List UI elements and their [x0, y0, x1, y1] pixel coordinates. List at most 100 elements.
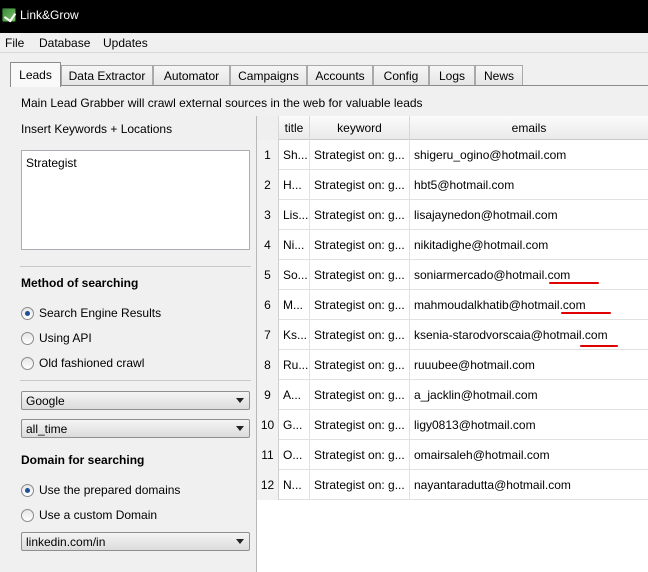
row-number[interactable]: 11	[257, 440, 279, 470]
table-row[interactable]: 9 A... Strategist on: g... a_jacklin@hotmai…	[257, 380, 648, 410]
cell-keyword[interactable]: Strategist on: g...	[310, 440, 410, 470]
cell-keyword[interactable]: Strategist on: g...	[310, 410, 410, 440]
table-row[interactable]: 4 Ni... Strategist on: g... nikitadighe@hot…	[257, 230, 648, 260]
corner-header[interactable]	[257, 116, 279, 140]
tab-leads[interactable]: Leads	[10, 62, 61, 87]
cell-title[interactable]: Lis...	[279, 200, 310, 230]
select-value: Google	[26, 394, 65, 408]
table-row[interactable]: 5 So... Strategist on: g... soniarmercado@h…	[257, 260, 648, 290]
app-logo-icon	[2, 8, 16, 22]
keywords-input[interactable]: Strategist	[21, 150, 250, 250]
row-number[interactable]: 1	[257, 140, 279, 170]
cell-email[interactable]: a_jacklin@hotmail.com	[410, 380, 648, 410]
tab-config[interactable]: Config	[373, 65, 429, 86]
radio-checked-icon[interactable]	[21, 484, 34, 497]
cell-keyword[interactable]: Strategist on: g...	[310, 170, 410, 200]
cell-keyword[interactable]: Strategist on: g...	[310, 290, 410, 320]
cell-email[interactable]: nayantaradutta@hotmail.com	[410, 470, 648, 500]
cell-keyword[interactable]: Strategist on: g...	[310, 230, 410, 260]
select-value: linkedin.com/in	[26, 535, 106, 549]
cell-title[interactable]: M...	[279, 290, 310, 320]
cell-email[interactable]: mahmoudalkhatib@hotmail.com	[410, 290, 648, 320]
chevron-down-icon	[236, 426, 244, 431]
cell-title[interactable]: Sh...	[279, 140, 310, 170]
table-row[interactable]: 6 M... Strategist on: g... mahmoudalkhatib@…	[257, 290, 648, 320]
cell-email[interactable]: shigeru_ogino@hotmail.com	[410, 140, 648, 170]
table-row[interactable]: 10 G... Strategist on: g... ligy0813@hotmai…	[257, 410, 648, 440]
cell-email[interactable]: hbt5@hotmail.com	[410, 170, 648, 200]
cell-title[interactable]: Ru...	[279, 350, 310, 380]
tab-logs[interactable]: Logs	[429, 65, 475, 86]
cell-email[interactable]: omairsaleh@hotmail.com	[410, 440, 648, 470]
radio-label: Use a custom Domain	[39, 508, 158, 522]
row-number[interactable]: 12	[257, 470, 279, 500]
cell-title[interactable]: G...	[279, 410, 310, 440]
cell-title[interactable]: A...	[279, 380, 310, 410]
cell-keyword[interactable]: Strategist on: g...	[310, 380, 410, 410]
menu-bar: File Database Updates	[0, 33, 648, 53]
row-number[interactable]: 6	[257, 290, 279, 320]
time-range-select[interactable]: all_time	[21, 419, 250, 438]
row-number[interactable]: 7	[257, 320, 279, 350]
row-number[interactable]: 5	[257, 260, 279, 290]
menu-database[interactable]: Database	[39, 36, 90, 50]
cell-keyword[interactable]: Strategist on: g...	[310, 350, 410, 380]
cell-email[interactable]: ligy0813@hotmail.com	[410, 410, 648, 440]
radio-label: Search Engine Results	[39, 306, 162, 320]
tab-automator[interactable]: Automator	[153, 65, 230, 86]
tab-data-extractor[interactable]: Data Extractor	[61, 65, 153, 86]
cell-title[interactable]: Ks...	[279, 320, 310, 350]
radio-label: Use the prepared domains	[39, 483, 181, 497]
tab-accounts[interactable]: Accounts	[307, 65, 373, 86]
radio-unchecked-icon[interactable]	[21, 332, 34, 345]
cell-title[interactable]: O...	[279, 440, 310, 470]
row-number[interactable]: 10	[257, 410, 279, 440]
radio-unchecked-icon[interactable]	[21, 357, 34, 370]
radio-unchecked-icon[interactable]	[21, 509, 34, 522]
column-header-keyword[interactable]: keyword	[310, 116, 410, 140]
tab-campaigns[interactable]: Campaigns	[230, 65, 307, 86]
search-engine-select[interactable]: Google	[21, 391, 250, 410]
cell-email[interactable]: nikitadighe@hotmail.com	[410, 230, 648, 260]
cell-title[interactable]: H...	[279, 170, 310, 200]
radio-label: Using API	[39, 331, 92, 345]
row-number[interactable]: 8	[257, 350, 279, 380]
column-header-emails[interactable]: emails	[410, 116, 648, 140]
tab-divider	[10, 85, 648, 86]
cell-title[interactable]: N...	[279, 470, 310, 500]
chevron-down-icon	[236, 398, 244, 403]
cell-keyword[interactable]: Strategist on: g...	[310, 200, 410, 230]
title-bar: Link&Grow	[0, 0, 648, 33]
row-number[interactable]: 9	[257, 380, 279, 410]
table-row[interactable]: 2 H... Strategist on: g... hbt5@hotmail.com	[257, 170, 648, 200]
row-number[interactable]: 2	[257, 170, 279, 200]
cell-title[interactable]: So...	[279, 260, 310, 290]
table-row[interactable]: 11 O... Strategist on: g... omairsaleh@hotm…	[257, 440, 648, 470]
cell-email[interactable]: soniarmercado@hotmail.com	[410, 260, 648, 290]
domain-section-title: Domain for searching	[21, 453, 145, 467]
keywords-label: Insert Keywords + Locations	[21, 122, 173, 136]
tab-news[interactable]: News	[475, 65, 523, 86]
chevron-down-icon	[236, 539, 244, 544]
domain-select[interactable]: linkedin.com/in	[21, 532, 250, 551]
cell-keyword[interactable]: Strategist on: g...	[310, 140, 410, 170]
cell-keyword[interactable]: Strategist on: g...	[310, 470, 410, 500]
table-row[interactable]: 12 N... Strategist on: g... nayantaradutta@…	[257, 470, 648, 500]
row-number[interactable]: 3	[257, 200, 279, 230]
table-row[interactable]: 1 Sh... Strategist on: g... shigeru_ogino@h…	[257, 140, 648, 170]
tab-bar: Leads Data Extractor Automator Campaigns…	[0, 62, 648, 87]
menu-file[interactable]: File	[5, 36, 24, 50]
menu-updates[interactable]: Updates	[103, 36, 148, 50]
column-header-title[interactable]: title	[279, 116, 310, 140]
table-row[interactable]: 3 Lis... Strategist on: g... lisajaynedon@h…	[257, 200, 648, 230]
cell-keyword[interactable]: Strategist on: g...	[310, 260, 410, 290]
row-number[interactable]: 4	[257, 230, 279, 260]
page-description: Main Lead Grabber will crawl external so…	[21, 96, 423, 110]
radio-checked-icon[interactable]	[21, 307, 34, 320]
cell-keyword[interactable]: Strategist on: g...	[310, 320, 410, 350]
cell-email[interactable]: ruuubee@hotmail.com	[410, 350, 648, 380]
table-row[interactable]: 8 Ru... Strategist on: g... ruuubee@hotmail…	[257, 350, 648, 380]
annotation-underline	[580, 345, 618, 347]
cell-email[interactable]: lisajaynedon@hotmail.com	[410, 200, 648, 230]
cell-title[interactable]: Ni...	[279, 230, 310, 260]
